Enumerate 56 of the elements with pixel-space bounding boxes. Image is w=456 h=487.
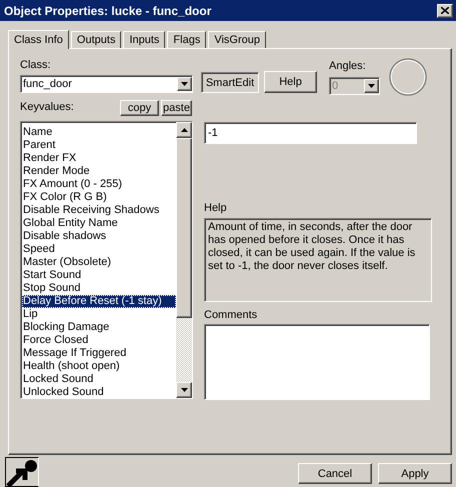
object-icon[interactable] xyxy=(5,457,39,487)
down-arrow-icon xyxy=(181,82,188,86)
help-text: Amount of time, in seconds, after the door has opened before it closes. Once it has closed, it can be used again. If the value is set to -1, the door never closes itself. xyxy=(204,218,432,302)
list-item[interactable]: Force Closed xyxy=(22,334,176,347)
list-item[interactable]: Speed xyxy=(22,243,176,256)
list-item[interactable]: Start Sound xyxy=(22,269,176,282)
help-label: Help xyxy=(204,202,228,215)
tab[interactable]: VisGroup xyxy=(208,31,266,48)
list-item[interactable]: Name xyxy=(22,126,176,139)
apply-button[interactable]: Apply xyxy=(378,463,452,484)
list-item[interactable]: Unlocked Sound xyxy=(22,386,176,399)
tab[interactable]: Inputs xyxy=(123,31,166,48)
cancel-button[interactable]: Cancel xyxy=(298,463,372,484)
scroll-thumb[interactable] xyxy=(176,138,192,318)
list-item[interactable]: FX Amount (0 - 255) xyxy=(22,178,176,191)
up-arrow-icon xyxy=(180,128,188,132)
scrollbar[interactable] xyxy=(176,122,192,398)
dropdown-button[interactable] xyxy=(177,77,192,91)
close-icon xyxy=(441,7,449,14)
class-label: Class: xyxy=(20,59,52,72)
list-item[interactable]: Delay Before Reset (-1 stay) xyxy=(22,295,176,308)
list-item[interactable]: Master (Obsolete) xyxy=(22,256,176,269)
list-item[interactable]: Locked Sound xyxy=(22,373,176,386)
keyvalues-label: Keyvalues: xyxy=(20,101,74,114)
list-item[interactable]: Lip xyxy=(22,308,176,321)
help-button[interactable]: Help xyxy=(264,71,317,93)
scroll-up-button[interactable] xyxy=(176,122,192,138)
down-arrow-icon xyxy=(368,84,375,88)
scroll-down-button[interactable] xyxy=(176,382,192,398)
list-item[interactable]: Render Mode xyxy=(22,165,176,178)
comments-field[interactable] xyxy=(204,324,430,400)
list-item[interactable]: Health (shoot open) xyxy=(22,360,176,373)
smartedit-button[interactable]: SmartEdit xyxy=(201,72,259,93)
list-item[interactable]: Message If Triggered xyxy=(22,347,176,360)
comments-label: Comments xyxy=(204,309,258,322)
list-item[interactable]: Disable shadows xyxy=(22,230,176,243)
tab[interactable]: Outputs xyxy=(70,31,122,48)
list-item[interactable]: Parent xyxy=(22,139,176,152)
down-arrow-icon xyxy=(180,388,188,392)
list-item[interactable]: Render FX xyxy=(22,152,176,165)
list-item[interactable]: FX Color (R G B) xyxy=(22,191,176,204)
paste-button[interactable]: paste xyxy=(161,100,192,116)
close-button[interactable] xyxy=(437,4,453,18)
class-dropdown[interactable]: func_door xyxy=(20,75,193,93)
angles-label: Angles: xyxy=(329,60,367,73)
list-item[interactable]: Disable Receiving Shadows xyxy=(22,204,176,217)
list-item[interactable]: Stop Sound xyxy=(22,282,176,295)
window-title: Object Properties: lucke - func_door xyxy=(4,4,212,18)
angle-dial[interactable] xyxy=(388,57,428,97)
list-item[interactable]: Global Entity Name xyxy=(22,217,176,230)
copy-button[interactable]: copy xyxy=(120,100,159,116)
arrow-to-dot-icon xyxy=(6,458,38,486)
tab[interactable]: Flags xyxy=(167,31,206,48)
list-item[interactable]: Blocking Damage xyxy=(22,321,176,334)
value-field[interactable]: -1 xyxy=(204,122,417,144)
tab[interactable]: Class Info xyxy=(8,30,69,49)
